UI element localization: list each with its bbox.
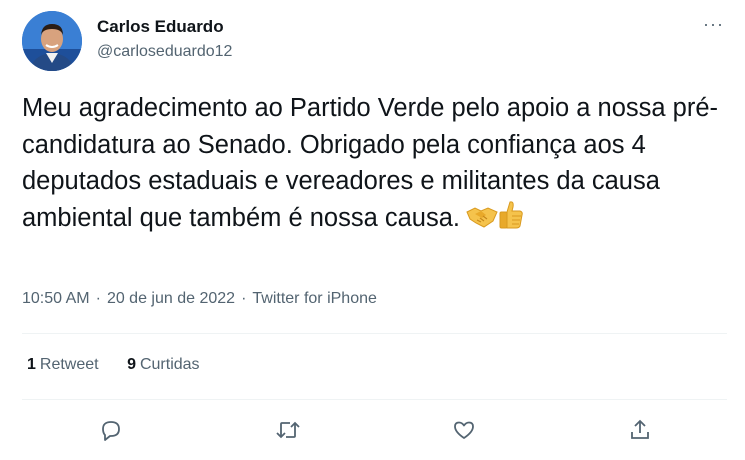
- reply-button[interactable]: [93, 412, 129, 448]
- share-button[interactable]: [622, 412, 658, 448]
- tweet-time[interactable]: 10:50 AM: [22, 290, 90, 307]
- tweet-text: Meu agradecimento ao Partido Verde pelo …: [22, 90, 722, 240]
- retweets-stat[interactable]: 1 Retweet: [27, 356, 99, 373]
- action-bar: [0, 412, 745, 448]
- avatar[interactable]: [22, 11, 82, 71]
- tweet-meta: 10:50 AM · 20 de jun de 2022 · Twitter for i…: [22, 290, 377, 308]
- like-button[interactable]: [446, 412, 482, 448]
- reply-icon: [102, 421, 120, 441]
- likes-count: 9: [127, 356, 136, 373]
- tweet-emojis: [466, 200, 524, 241]
- tweet-stats: 1 Retweet 9 Curtidas: [27, 356, 224, 374]
- tweet-date[interactable]: 20 de jun de 2022: [107, 290, 235, 307]
- author-handle[interactable]: @carloseduardo12: [97, 43, 232, 61]
- thumbs-up-emoji: [499, 200, 523, 228]
- more-options-icon[interactable]: ···: [703, 14, 724, 35]
- share-icon: [631, 419, 649, 439]
- retweets-count: 1: [27, 356, 36, 373]
- likes-stat[interactable]: 9 Curtidas: [127, 356, 199, 373]
- meta-separator: ·: [95, 290, 101, 307]
- tweet-source[interactable]: Twitter for iPhone: [252, 290, 377, 307]
- retweet-icon: [276, 421, 300, 439]
- likes-label: Curtidas: [139, 356, 200, 373]
- handshake-emoji: [466, 206, 498, 228]
- retweets-label: Retweet: [39, 356, 99, 373]
- author-name[interactable]: Carlos Eduardo: [97, 17, 224, 37]
- meta-separator: ·: [241, 290, 247, 307]
- tweet-body: Meu agradecimento ao Partido Verde pelo …: [22, 94, 719, 232]
- heart-icon: [454, 421, 474, 439]
- avatar-photo: [22, 11, 82, 71]
- divider: [22, 399, 727, 400]
- divider: [22, 333, 727, 334]
- retweet-button[interactable]: [270, 412, 306, 448]
